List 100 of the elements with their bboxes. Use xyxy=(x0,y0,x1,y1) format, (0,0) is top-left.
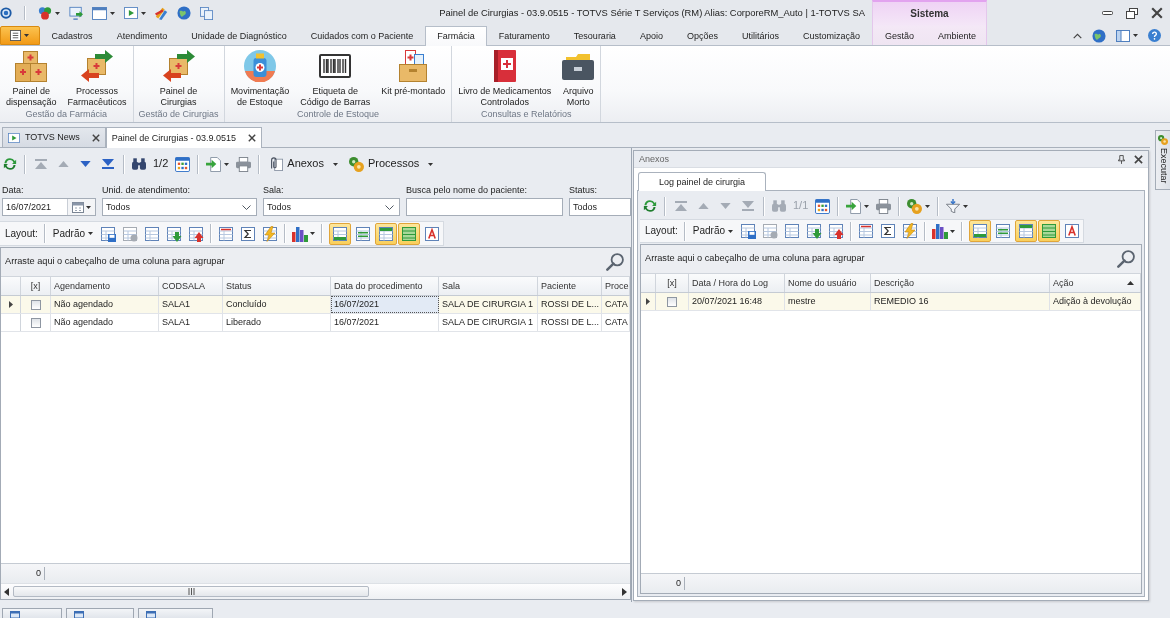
panel-tab[interactable]: Log painel de cirurgia xyxy=(638,172,767,191)
ribbon-tab[interactable]: Cuidados com o Paciente xyxy=(298,26,426,45)
toggle-button[interactable] xyxy=(969,220,992,242)
search-icon[interactable] xyxy=(606,253,624,271)
caret-icon[interactable] xyxy=(963,204,969,208)
ribbon-tab[interactable]: Cadastros xyxy=(39,26,105,45)
layout-preset-button[interactable]: Padrão xyxy=(51,225,95,242)
copy-icon[interactable] xyxy=(200,6,213,20)
chevron-down-icon[interactable] xyxy=(385,204,394,210)
lightning-table-icon[interactable] xyxy=(262,225,279,242)
checkbox[interactable] xyxy=(30,299,41,310)
caret-icon[interactable] xyxy=(55,11,60,15)
document-tab[interactable]: Painel de Cirurgias - 03.9.0515 xyxy=(105,127,262,148)
ribbon-tab[interactable]: Ambiente xyxy=(926,26,989,45)
color-pencils-icon[interactable] xyxy=(155,6,168,20)
date-field[interactable]: 16/07/2021 xyxy=(2,198,96,216)
binoculars-icon[interactable] xyxy=(132,158,146,170)
toggle-button[interactable] xyxy=(1038,220,1061,242)
ribbon-tab[interactable]: Faturamento xyxy=(486,26,562,45)
colored-balls-icon[interactable] xyxy=(38,6,52,20)
skip-down-icon[interactable] xyxy=(102,159,114,169)
chevron-down-icon[interactable] xyxy=(242,204,251,210)
text-field[interactable] xyxy=(406,198,563,216)
column-header[interactable]: Paciente xyxy=(538,277,602,295)
ribbon-button[interactable]: Processos Farmacêuticos xyxy=(63,50,131,108)
printer-icon[interactable] xyxy=(876,198,892,214)
ribbon-tab[interactable]: Atendimento xyxy=(104,26,180,45)
scrollbar-thumb[interactable] xyxy=(13,586,369,597)
column-header[interactable]: [x] xyxy=(656,274,689,292)
column-header[interactable]: Status xyxy=(223,277,331,295)
table-columns-icon[interactable] xyxy=(858,223,875,239)
toggle-button[interactable] xyxy=(1015,220,1038,242)
layout-preset-button[interactable]: Padrão xyxy=(691,223,735,239)
ribbon-tab[interactable]: Gestão xyxy=(873,26,927,45)
ribbon-button[interactable]: Movimentação de Estoque xyxy=(226,50,294,108)
column-header[interactable]: Descrição xyxy=(871,274,1050,292)
caret-icon[interactable] xyxy=(864,204,870,208)
column-header[interactable]: Ação xyxy=(1050,274,1141,292)
caret-icon[interactable] xyxy=(86,205,91,209)
caret-icon[interactable] xyxy=(224,162,230,166)
table-row[interactable]: Não agendado SALA1 Concluído 16/07/2021 SALA DE CIRURGIA 1 ROSSI DE L... CATA xyxy=(1,296,630,314)
table-sum-icon[interactable] xyxy=(880,223,897,239)
checkbox[interactable] xyxy=(667,296,677,307)
caret-icon[interactable] xyxy=(950,229,956,233)
caret-icon[interactable] xyxy=(310,232,316,235)
dropdown-field[interactable]: Todos xyxy=(102,198,257,216)
triangle-down-icon[interactable] xyxy=(80,161,91,167)
printer-icon[interactable] xyxy=(236,156,252,172)
ribbon-tab[interactable]: Customização xyxy=(790,26,872,45)
column-header[interactable]: Proce xyxy=(602,277,630,295)
column-header[interactable]: Data do procedimento xyxy=(331,277,439,295)
ribbon-tab[interactable]: Farmácia xyxy=(425,26,487,46)
checkbox[interactable] xyxy=(30,317,41,328)
bar-chart-icon[interactable] xyxy=(932,223,949,239)
close-icon[interactable] xyxy=(247,134,256,142)
play-window-icon[interactable] xyxy=(124,7,138,19)
table-columns-icon[interactable] xyxy=(218,225,235,242)
column-header[interactable]: Nome do usuário xyxy=(785,274,871,292)
toggle-button[interactable] xyxy=(375,222,398,245)
ribbon-tab[interactable]: Tesouraria xyxy=(561,26,628,45)
ribbon-button[interactable]: Painel de dispensação xyxy=(2,50,61,108)
caret-icon[interactable] xyxy=(110,11,115,15)
ribbon-tab[interactable]: Utilitários xyxy=(729,26,791,45)
ribbon-button[interactable]: Painel de Cirurgias xyxy=(155,50,202,108)
chevron-up-icon[interactable] xyxy=(1073,32,1082,39)
caret-icon[interactable] xyxy=(925,204,931,208)
taskbar-button[interactable] xyxy=(66,608,134,618)
table-row[interactable]: 20/07/2021 16:48 mestre REMEDIO 16 Adição à devolução xyxy=(641,293,1141,311)
scroll-right-icon[interactable] xyxy=(622,587,627,596)
close-icon[interactable] xyxy=(1151,7,1163,19)
lightning-table-icon[interactable] xyxy=(902,223,919,239)
search-icon[interactable] xyxy=(1117,250,1135,268)
ribbon-tab[interactable]: Apoio xyxy=(627,26,675,45)
dropdown-field[interactable]: Todos xyxy=(263,198,400,216)
table-icon[interactable] xyxy=(762,223,779,239)
document-tab[interactable]: TOTVS News xyxy=(2,127,106,147)
ring-icon[interactable] xyxy=(0,7,12,19)
ribbon-button[interactable]: Arquivo Morto xyxy=(558,50,599,108)
column-header[interactable]: Data / Hora do Log xyxy=(689,274,785,292)
table-icon[interactable] xyxy=(815,198,831,214)
table-icon[interactable] xyxy=(175,156,191,172)
table-icon[interactable] xyxy=(144,225,161,242)
ribbon-tab[interactable]: Opções xyxy=(674,26,730,45)
close-icon[interactable] xyxy=(91,133,100,142)
caret-icon[interactable] xyxy=(141,11,146,15)
column-header[interactable]: CODSALA xyxy=(159,277,223,295)
column-header[interactable]: Agendamento xyxy=(51,277,159,295)
taskbar-button[interactable] xyxy=(138,608,213,618)
restore-icon[interactable] xyxy=(1126,7,1138,19)
panel-layout-icon[interactable] xyxy=(1116,29,1130,42)
table-icon[interactable] xyxy=(784,223,801,239)
ribbon-button[interactable]: Etiqueta de Código de Barras xyxy=(296,50,375,108)
table-icon[interactable] xyxy=(122,225,139,242)
toggle-button[interactable] xyxy=(329,222,352,245)
caret-icon[interactable] xyxy=(1133,34,1138,37)
calendar-icon[interactable] xyxy=(72,201,84,213)
menu-button[interactable]: Processos xyxy=(347,154,436,174)
ribbon-button[interactable]: Kit pré-montado xyxy=(377,50,450,97)
bar-chart-icon[interactable] xyxy=(292,225,309,242)
toggle-button[interactable] xyxy=(398,222,421,245)
